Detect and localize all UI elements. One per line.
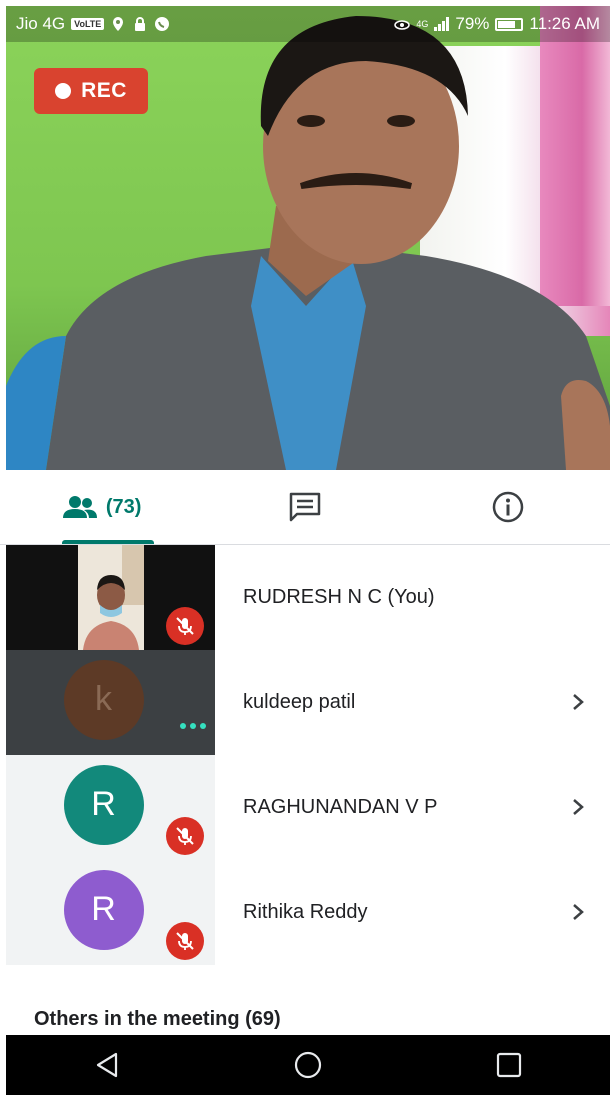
back-button[interactable] xyxy=(91,1049,123,1081)
chat-icon xyxy=(289,492,321,522)
avatar: k xyxy=(63,659,144,740)
lock-icon xyxy=(135,17,146,31)
carrier-label: Jio 4G xyxy=(16,14,66,33)
home-icon xyxy=(294,1051,322,1079)
active-tab-indicator xyxy=(62,540,154,544)
info-icon xyxy=(493,491,524,523)
people-icon xyxy=(62,496,97,518)
participant-row[interactable]: k kuldeep patil xyxy=(0,650,610,755)
avatar: R xyxy=(63,869,144,950)
recording-indicator[interactable]: REC xyxy=(34,68,148,114)
recents-icon xyxy=(497,1052,522,1078)
mic-off-icon xyxy=(166,922,204,960)
status-bar-left: Jio 4G VoLTE xyxy=(16,14,170,34)
back-icon xyxy=(96,1052,117,1078)
participant-name: RAGHUNANDAN V P xyxy=(243,796,438,818)
signal-icon xyxy=(434,17,450,31)
participant-name: kuldeep patil xyxy=(243,691,356,713)
participant-list: RUDRESH N C (You) k kuldeep patil R RAGH… xyxy=(0,545,610,965)
participant-row[interactable]: R Rithika Reddy xyxy=(0,860,610,965)
recording-label: REC xyxy=(81,79,127,102)
avatar: R xyxy=(63,764,144,845)
whatsapp-icon xyxy=(155,17,170,31)
participant-tile: k xyxy=(6,650,215,755)
mic-off-icon xyxy=(166,607,204,645)
tab-people[interactable]: (73) xyxy=(0,470,203,544)
mic-off-icon xyxy=(166,817,204,855)
panel-tabs: (73) xyxy=(0,470,610,545)
network-type-label: 4G xyxy=(416,18,429,29)
participant-name: Rithika Reddy xyxy=(243,901,368,923)
volte-badge: VoLTE xyxy=(71,18,105,30)
tab-info[interactable] xyxy=(407,470,610,544)
record-dot-icon xyxy=(55,83,72,99)
people-count: (73) xyxy=(105,495,142,518)
chevron-right-icon[interactable] xyxy=(572,798,584,816)
participant-row[interactable]: R RAGHUNANDAN V P xyxy=(0,755,610,860)
location-icon xyxy=(113,17,124,31)
system-nav-bar xyxy=(6,1035,610,1095)
self-video-thumbnail xyxy=(77,545,144,650)
status-bar: Jio 4G VoLTE 4G 79% 11:26 AM xyxy=(6,6,610,42)
eye-icon xyxy=(394,20,411,30)
others-in-meeting-heading: Others in the meeting (69) xyxy=(34,1008,281,1030)
chevron-right-icon[interactable] xyxy=(572,903,584,921)
tab-chat[interactable] xyxy=(203,470,406,544)
participant-tile: R xyxy=(6,860,215,965)
participant-tile: R xyxy=(6,755,215,860)
battery-icon xyxy=(495,17,524,31)
battery-percent: 79% xyxy=(455,14,490,33)
self-video-feed xyxy=(77,545,144,650)
status-bar-right: 4G 79% 11:26 AM xyxy=(394,14,600,34)
clock: 11:26 AM xyxy=(529,14,600,33)
chevron-right-icon[interactable] xyxy=(572,693,584,711)
home-button[interactable] xyxy=(292,1049,324,1081)
participant-name: RUDRESH N C (You) xyxy=(243,586,435,608)
recents-button[interactable] xyxy=(493,1049,525,1081)
more-options-icon xyxy=(180,723,206,729)
participant-row-self[interactable]: RUDRESH N C (You) xyxy=(0,545,610,650)
participant-tile xyxy=(6,545,215,650)
